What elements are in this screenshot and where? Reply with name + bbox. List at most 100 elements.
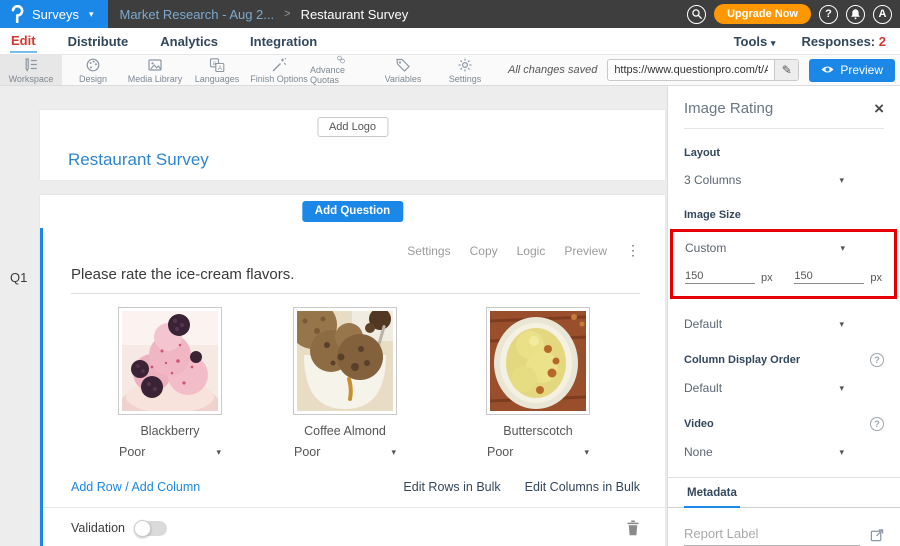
delete-question-button[interactable] [626,520,640,536]
video-select[interactable]: None ▾ [684,445,844,459]
more-options-icon[interactable]: ⋮ [626,242,640,259]
toolbar-item-languages[interactable]: aA Languages [186,55,248,85]
question-footer: Validation [43,508,665,536]
question-copy-link[interactable]: Copy [470,244,498,258]
toggle-knob [134,520,151,537]
chain-link-icon [333,55,349,64]
image-size-inputs: px px [685,269,882,284]
breadcrumb: Market Research - Aug 2... > Restaurant … [120,7,409,22]
upgrade-now-button[interactable]: Upgrade Now [714,4,811,24]
flavor-label: Blackberry [95,424,245,438]
edit-columns-bulk-link[interactable]: Edit Columns in Bulk [525,480,640,494]
edit-toolbar: Workspace Design Media Library aA Langua… [0,55,900,86]
help-icon[interactable]: ? [870,353,884,367]
translate-icon: aA [209,57,225,73]
report-label-input[interactable] [684,524,860,546]
toolbar-item-label: Settings [449,74,482,84]
workspace-icon [23,57,39,73]
image-height-input[interactable] [794,269,864,284]
toolbar-item-label: Advance Quotas [310,65,372,85]
toolbar-item-finish-options[interactable]: Finish Options [248,55,310,85]
tab-analytics[interactable]: Analytics [159,30,219,52]
add-question-button[interactable]: Add Question [302,201,403,222]
edit-rows-bulk-link[interactable]: Edit Rows in Bulk [403,480,500,494]
survey-url-box: ✎ [607,59,799,81]
question-card: Add Question Settings Copy Logic Preview… [40,195,665,546]
toolbar-item-advance-quotas[interactable]: Advance Quotas [310,55,372,85]
rating-dropdown-butterscotch[interactable]: Poor ▾ [487,445,589,459]
eye-icon [821,65,834,74]
chevron-down-icon: ▾ [839,175,844,186]
survey-title[interactable]: Restaurant Survey [68,150,209,170]
toolbar-item-settings[interactable]: Settings [434,55,496,85]
layout-value: 3 Columns [684,173,741,187]
flavor-label: Butterscotch [463,424,613,438]
tools-menu[interactable]: Tools ▾ [734,34,776,49]
question-settings-link[interactable]: Settings [407,244,450,258]
top-bar: Surveys ▾ Market Research - Aug 2... > R… [0,0,900,28]
image-style-select[interactable]: Default ▾ [684,317,844,331]
subnav-right: Tools ▾ Responses: 2 [734,34,890,49]
tab-edit[interactable]: Edit [10,29,37,53]
chevron-down-icon: ▾ [391,447,396,458]
image-size-mode-select[interactable]: Custom ▾ [685,241,845,255]
survey-header-card: Add Logo Restaurant Survey [40,110,665,180]
account-avatar[interactable]: A [873,5,892,24]
close-icon[interactable]: × [874,102,884,116]
image-size-label: Image Size [684,209,884,221]
tab-integration[interactable]: Integration [249,30,318,52]
rating-dropdown-blackberry[interactable]: Poor ▾ [119,445,221,459]
tab-distribute[interactable]: Distribute [67,30,130,52]
tag-icon [395,57,411,73]
flavor-image-blackberry[interactable] [118,307,222,415]
column-order-row: Column Display Order ? [684,353,884,367]
toolbar-item-media-library[interactable]: Media Library [124,55,186,85]
breadcrumb-folder-link[interactable]: Market Research - Aug 2... [120,7,275,22]
add-row-column-link[interactable]: Add Row / Add Column [71,480,200,494]
image-width-input[interactable] [685,269,755,284]
product-menu[interactable]: Surveys ▾ [0,0,108,28]
chevron-down-icon: ▾ [840,243,845,254]
flavor-image-coffee-almond[interactable] [293,307,397,415]
column-order-select[interactable]: Default ▾ [684,381,844,395]
report-label-row [684,524,884,546]
layout-select[interactable]: 3 Columns ▾ [684,173,844,187]
video-value: None [684,445,713,459]
toolbar-item-variables[interactable]: Variables [372,55,434,85]
flavor-column-coffee-almond: Coffee Almond Poor ▾ [270,307,420,459]
validation-toggle[interactable] [135,521,167,536]
chevron-down-icon: ▾ [89,9,94,20]
search-button[interactable] [687,5,706,24]
tab-metadata[interactable]: Metadata [684,478,740,508]
add-logo-button[interactable]: Add Logo [317,117,388,137]
notifications-button[interactable] [846,5,865,24]
question-logic-link[interactable]: Logic [517,244,546,258]
help-icon[interactable]: ? [870,417,884,431]
edit-url-button[interactable]: ✎ [774,59,798,81]
metadata-tabs: Metadata [668,478,900,508]
product-menu-label: Surveys [32,7,79,22]
help-button[interactable]: ? [819,5,838,24]
question-actions: Settings Copy Logic Preview ⋮ [407,242,640,259]
toolbar-item-workspace[interactable]: Workspace [0,55,62,85]
rating-dropdown-coffee-almond[interactable]: Poor ▾ [294,445,396,459]
toolbar-item-label: Workspace [9,74,54,84]
rating-value: Poor [294,445,320,459]
flavor-image-butterscotch[interactable] [486,307,590,415]
topbar-actions: Upgrade Now ? A [687,4,900,24]
responses-link[interactable]: Responses: 2 [801,34,886,49]
external-link-icon[interactable] [870,528,884,542]
column-order-value: Default [684,381,722,395]
flavor-column-blackberry: Blackberry Poor ▾ [95,307,245,459]
flavor-columns: Blackberry Poor ▾ Coffee Almond P [43,307,665,471]
preview-button[interactable]: Preview [809,59,895,82]
question-preview-link[interactable]: Preview [564,244,607,258]
height-unit-label: px [870,272,882,284]
toolbar-item-design[interactable]: Design [62,55,124,85]
column-order-label: Column Display Order [684,354,800,366]
svg-text:A: A [218,65,222,71]
toolbar-item-label: Languages [195,74,240,84]
panel-title: Image Rating [684,100,773,117]
responses-count: 2 [879,34,886,49]
survey-url-input[interactable] [608,64,774,76]
